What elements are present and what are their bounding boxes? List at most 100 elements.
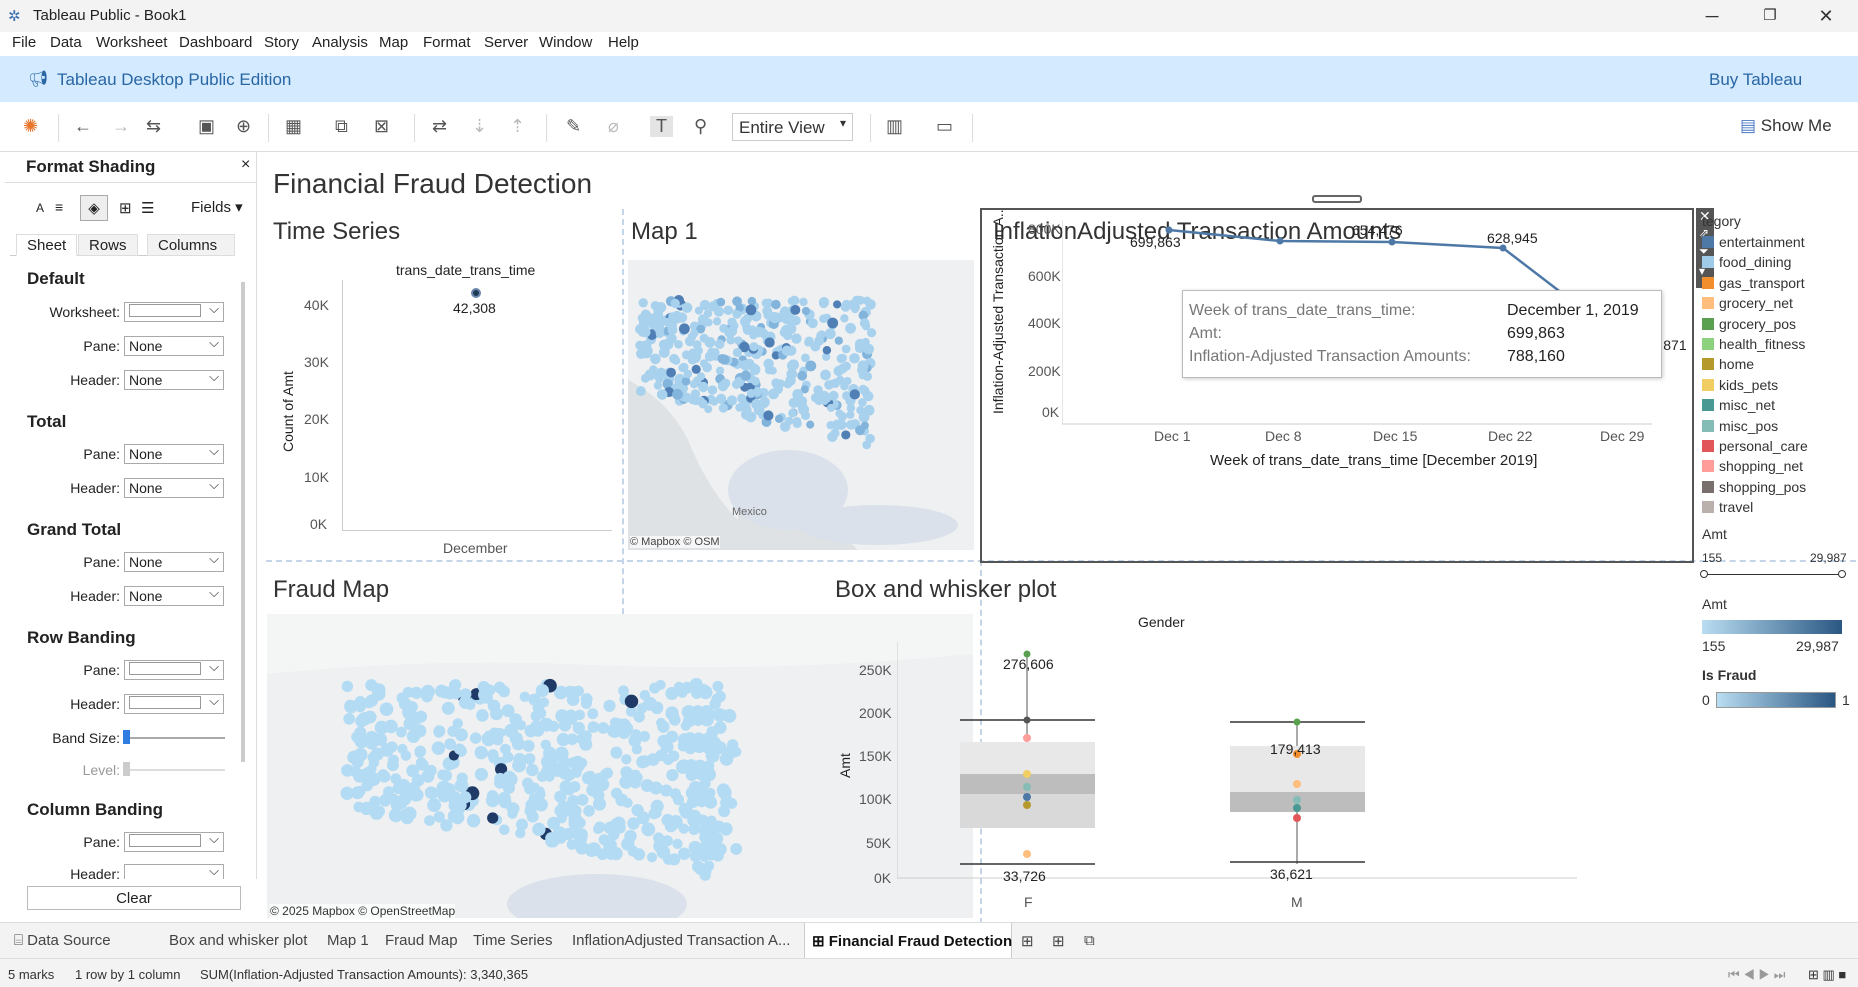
map-point[interactable]	[653, 381, 663, 390]
fraud-point[interactable]	[498, 685, 510, 698]
fraud-point[interactable]	[707, 843, 718, 854]
map-point[interactable]	[670, 298, 680, 309]
map-point[interactable]	[846, 419, 856, 430]
buy-tableau-link[interactable]: Buy Tableau	[1709, 70, 1802, 90]
map-point[interactable]	[662, 338, 672, 349]
view-mode-icon[interactable]: ⊞ ▥ ■	[1808, 967, 1846, 983]
fraud-point[interactable]	[547, 720, 560, 732]
fraud-point[interactable]	[610, 746, 623, 759]
fraud-point[interactable]	[577, 757, 588, 768]
amt-size-handle-max[interactable]	[1838, 570, 1846, 578]
tab-columns[interactable]: Columns	[147, 234, 235, 256]
map-point[interactable]	[724, 327, 735, 338]
fraud-point[interactable]	[678, 823, 689, 834]
fraud-point[interactable]	[507, 808, 518, 819]
map-point[interactable]	[640, 373, 650, 383]
fraud-point[interactable]	[396, 778, 411, 792]
map-point[interactable]	[781, 345, 793, 357]
category-legend-item[interactable]: personal_care	[1702, 438, 1808, 454]
map-point[interactable]	[658, 346, 670, 358]
fraud-point[interactable]	[477, 681, 490, 693]
line-point[interactable]	[1165, 226, 1173, 234]
fraud-point[interactable]	[646, 852, 658, 863]
point[interactable]	[1023, 850, 1031, 858]
fraud-point[interactable]	[476, 709, 489, 722]
fraud-point[interactable]	[363, 710, 377, 724]
map-point[interactable]	[749, 331, 758, 340]
fraud-point[interactable]	[691, 860, 704, 873]
fraud-point[interactable]	[718, 805, 731, 818]
fraud-point[interactable]	[499, 824, 510, 835]
map-point[interactable]	[732, 309, 742, 319]
fraud-point[interactable]	[515, 827, 526, 839]
fraud-point[interactable]	[680, 720, 691, 731]
fraud-point[interactable]	[700, 766, 714, 780]
fraud-point[interactable]	[512, 758, 527, 773]
map-point[interactable]	[807, 318, 818, 329]
new-data-source-icon[interactable]: ⊕	[236, 116, 251, 137]
fraud-point[interactable]	[721, 793, 732, 805]
worksheet-shading-select[interactable]	[124, 301, 224, 322]
sheet-navigation-icon[interactable]: ⏮ ◀ ▶ ⏭	[1728, 967, 1785, 983]
map-point[interactable]	[702, 362, 713, 373]
fraud-point[interactable]	[459, 791, 472, 804]
line-point[interactable]	[1388, 238, 1396, 246]
map-point[interactable]	[690, 329, 699, 338]
map-point[interactable]	[689, 379, 699, 389]
fraud-point[interactable]	[538, 697, 550, 708]
point[interactable]	[1293, 804, 1301, 812]
fraud-point[interactable]	[415, 757, 427, 769]
fraud-point[interactable]	[454, 728, 468, 742]
map-point[interactable]	[776, 379, 785, 388]
map-point[interactable]	[830, 378, 840, 389]
fraud-point[interactable]	[427, 798, 442, 813]
presentation-icon[interactable]: ▭	[936, 116, 953, 137]
fraud-point[interactable]	[469, 732, 482, 744]
map-point[interactable]	[859, 318, 870, 328]
map-point[interactable]	[768, 366, 777, 375]
minimize-button[interactable]: ─	[1692, 4, 1732, 28]
fraud-point[interactable]	[649, 682, 661, 694]
clear-button[interactable]: Clear	[27, 886, 241, 910]
fraud-point[interactable]	[386, 741, 398, 753]
map-point[interactable]	[816, 331, 825, 340]
lines-icon[interactable]: ☰	[141, 199, 154, 217]
fraud-point[interactable]	[598, 834, 610, 846]
level-handle[interactable]	[123, 762, 130, 776]
fraud-point[interactable]	[340, 786, 354, 800]
map-point[interactable]	[779, 421, 791, 432]
fraud-point[interactable]	[699, 851, 710, 862]
default-pane-select[interactable]: None	[124, 335, 224, 356]
fraud-point[interactable]	[415, 710, 428, 723]
map-point[interactable]	[666, 367, 676, 378]
fraud-point[interactable]	[424, 815, 435, 826]
map-point[interactable]	[841, 430, 851, 440]
fraud-point[interactable]	[665, 730, 679, 743]
move-handle-icon[interactable]	[1312, 195, 1362, 203]
map-point[interactable]	[818, 297, 830, 308]
fraud-point[interactable]	[354, 734, 369, 749]
map-point[interactable]	[834, 336, 843, 345]
menu-dashboard[interactable]: Dashboard	[179, 34, 252, 51]
map-point[interactable]	[833, 300, 842, 309]
duplicate-icon[interactable]: ⧉	[335, 116, 348, 137]
map-point[interactable]	[836, 419, 847, 430]
fraud-point[interactable]	[571, 767, 582, 778]
column-banding-pane-select[interactable]	[124, 831, 224, 852]
map-point[interactable]	[741, 405, 752, 415]
row-banding-pane-select[interactable]	[124, 659, 224, 680]
map-point[interactable]	[674, 339, 683, 349]
map-point[interactable]	[850, 302, 861, 313]
map-point[interactable]	[785, 375, 796, 386]
save-icon[interactable]: ▣	[198, 116, 215, 137]
map-point[interactable]	[635, 386, 646, 397]
map-point[interactable]	[856, 406, 865, 415]
map-point[interactable]	[761, 298, 771, 308]
map-point[interactable]	[649, 365, 658, 374]
fraud-point[interactable]	[534, 786, 545, 797]
fraud-point[interactable]	[384, 720, 395, 732]
map-point[interactable]	[692, 340, 702, 350]
grand-total-header-select[interactable]: None	[124, 585, 224, 606]
fraud-point[interactable]	[347, 750, 361, 765]
pin-icon[interactable]: ⚲	[694, 116, 707, 137]
